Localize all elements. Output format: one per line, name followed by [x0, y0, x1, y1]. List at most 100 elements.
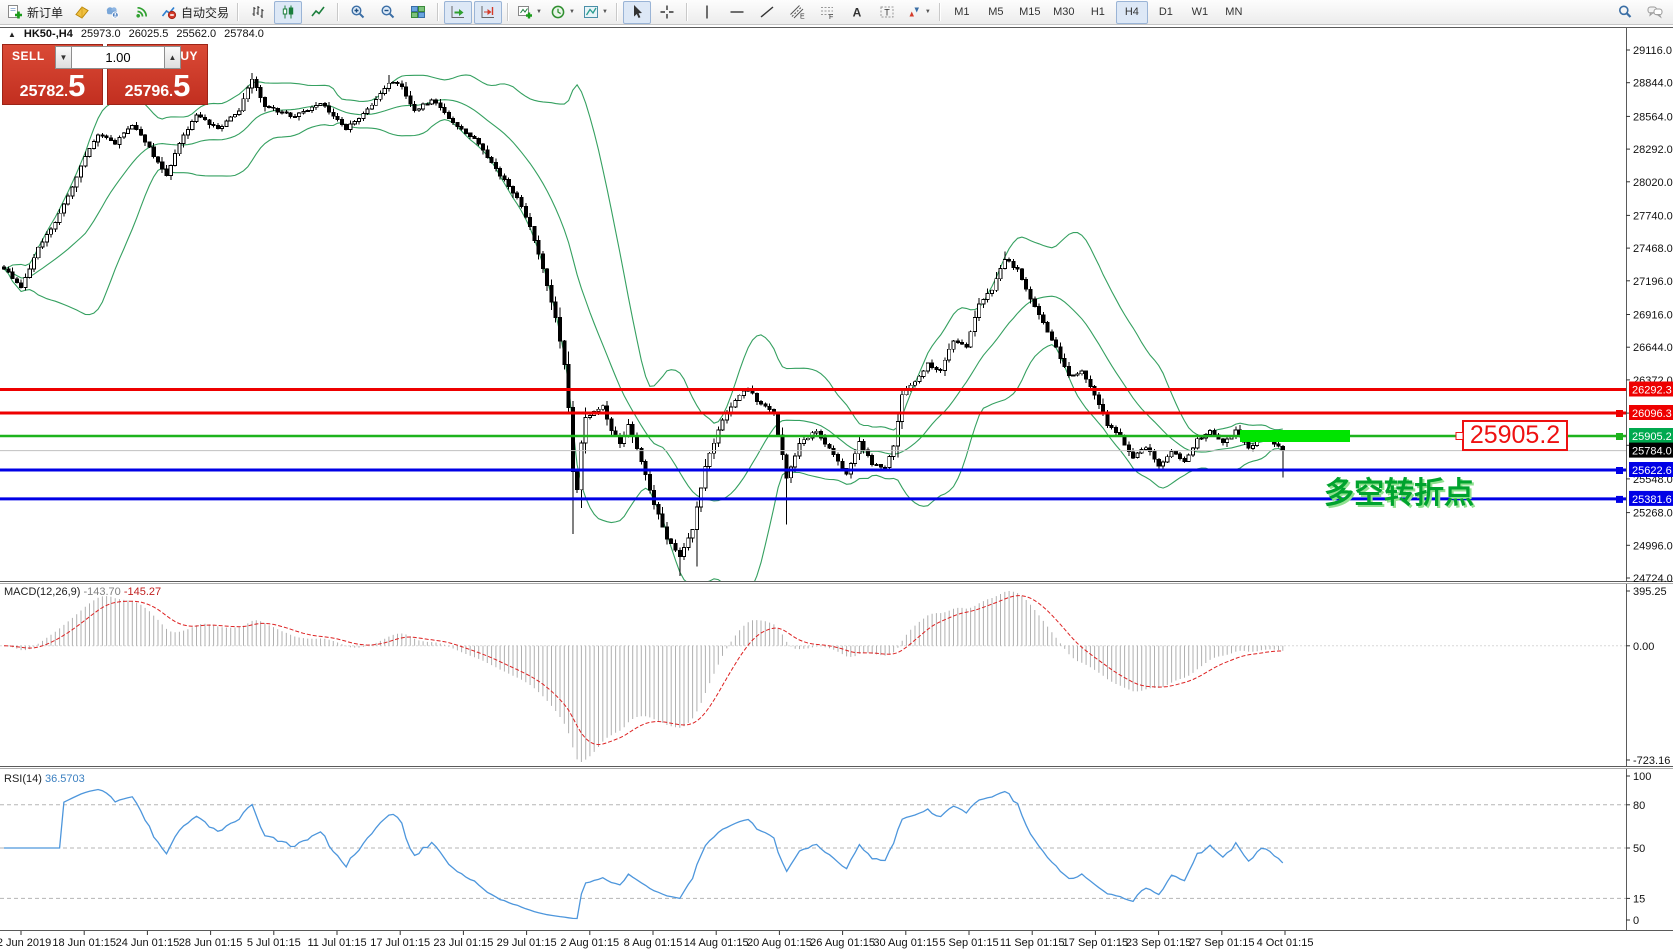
svg-text:27468.0: 27468.0: [1633, 243, 1673, 255]
vertical-line-button[interactable]: [693, 1, 721, 24]
hline-resistance-lower-handle[interactable]: [1616, 410, 1623, 417]
text-button[interactable]: A: [843, 1, 871, 24]
zoom-out-button[interactable]: [374, 1, 402, 24]
svg-text:28844.0: 28844.0: [1633, 78, 1673, 90]
hline-pivot-green-handle[interactable]: [1616, 433, 1623, 440]
bar-chart-button[interactable]: [244, 1, 272, 24]
chat-icon: [1647, 4, 1663, 20]
chat-button[interactable]: [1641, 1, 1669, 24]
candlestick-chart-button[interactable]: [274, 0, 303, 24]
horizontal-line-icon: [729, 4, 745, 20]
svg-text:395.25: 395.25: [1633, 586, 1667, 598]
svg-text:25784.0: 25784.0: [1632, 446, 1672, 458]
svg-text:5 Jul 01:15: 5 Jul 01:15: [247, 937, 301, 949]
svg-text:17 Jul 01:15: 17 Jul 01:15: [370, 937, 430, 949]
price-callout-label[interactable]: 25905.2: [1455, 420, 1568, 451]
tile-windows-button[interactable]: [404, 1, 432, 24]
toolbar: 新订单 自动交易 ▼ ▼ ▼ E F A T ▼ M1 M5 M15 M30 H1 H4 D1 W1 MN: [0, 0, 1673, 25]
mt4-window: 多空转折点 多空转折点 25905.2 MACD(12,26,9) -143.70…: [0, 0, 1673, 951]
svg-text:E: E: [800, 14, 805, 21]
tf-w1-button[interactable]: W1: [1184, 1, 1216, 24]
new-order-button[interactable]: 新订单: [4, 1, 66, 24]
metaeditor-button[interactable]: [68, 1, 96, 24]
toolbar-group: M1 M5 M15 M30 H1 H4 D1 W1 MN: [945, 0, 1251, 24]
periods-button[interactable]: ▼: [547, 1, 578, 24]
cursor-button[interactable]: [622, 0, 651, 24]
crosshair-icon: [659, 4, 675, 20]
fibonacci-icon: F: [819, 4, 835, 20]
svg-text:25905.2: 25905.2: [1470, 421, 1560, 449]
dropdown-arrow-icon[interactable]: ▼: [536, 9, 542, 15]
volume-input[interactable]: 1.00: [72, 46, 164, 69]
fibonacci-button[interactable]: F: [813, 1, 841, 24]
volume-increase-button[interactable]: ▲: [164, 46, 181, 69]
signals-button[interactable]: [128, 1, 156, 24]
collapse-panel-icon[interactable]: ▲: [8, 30, 16, 39]
svg-text:28292.0: 28292.0: [1633, 144, 1673, 156]
chart-shift-button[interactable]: [474, 0, 503, 24]
arrows-button[interactable]: ▼: [903, 1, 934, 24]
metaeditor-icon: [74, 4, 90, 20]
tf-mn-button[interactable]: MN: [1218, 1, 1250, 24]
macd-pane-splitter[interactable]: [0, 582, 1673, 584]
svg-text:8 Aug 01:15: 8 Aug 01:15: [624, 937, 683, 949]
svg-text:12 Jun 2019: 12 Jun 2019: [0, 937, 51, 949]
tf-m5-button[interactable]: M5: [980, 1, 1012, 24]
svg-text:15: 15: [1633, 893, 1645, 905]
hline-support-upper-handle[interactable]: [1616, 467, 1623, 474]
dropdown-arrow-icon[interactable]: ▼: [602, 9, 608, 15]
toolbar-separator: [437, 3, 440, 21]
chart-canvas[interactable]: 多空转折点 多空转折点 25905.2 MACD(12,26,9) -143.70…: [0, 0, 1673, 951]
zoom-out-icon: [380, 4, 396, 20]
dropdown-arrow-icon[interactable]: ▼: [925, 9, 931, 15]
autotrading-button[interactable]: 自动交易: [158, 1, 232, 24]
svg-text:26644.0: 26644.0: [1633, 342, 1673, 354]
price-badge-resistance-lower: 26096.3: [1629, 405, 1673, 420]
tf-h1-button[interactable]: H1: [1082, 1, 1114, 24]
symbol-period-label: HK50-,H4: [23, 28, 73, 40]
volume-decrease-button[interactable]: ▼: [55, 46, 72, 69]
tf-d1-button[interactable]: D1: [1150, 1, 1182, 24]
svg-text:26292.3: 26292.3: [1632, 385, 1672, 397]
toolbar-group: [343, 0, 433, 24]
toolbar-group: [443, 0, 503, 24]
toolbar-separator: [237, 3, 240, 21]
templates-button[interactable]: ▼: [580, 1, 611, 24]
signals-icon: [134, 4, 150, 20]
svg-text:26 Aug 01:15: 26 Aug 01:15: [810, 937, 875, 949]
auto-scroll-button[interactable]: [444, 0, 473, 24]
tf-m1-button[interactable]: M1: [946, 1, 978, 24]
chart-shift-icon: [480, 4, 496, 20]
horizontal-line-button[interactable]: [723, 1, 751, 24]
one-click-trading-panel: SELL 25782.5 BUY 25796.5 ▼ 1.00 ▲: [2, 44, 208, 105]
equidistant-channel-button[interactable]: E: [783, 1, 811, 24]
search-icon: [1617, 4, 1633, 20]
crosshair-button[interactable]: [653, 1, 681, 24]
highlight-trend-bar[interactable]: [1240, 430, 1350, 442]
rsi-indicator-label: RSI(14) 36.5703: [4, 773, 85, 785]
new-chart-button[interactable]: ▼: [514, 1, 545, 24]
ohlc-high: 26025.5: [128, 28, 169, 40]
dropdown-arrow-icon[interactable]: ▼: [569, 9, 575, 15]
current-price-badge: 25784.0: [1629, 442, 1673, 458]
zoom-in-button[interactable]: [344, 1, 372, 24]
text-label-button[interactable]: T: [873, 1, 901, 24]
annotation-text[interactable]: 多空转折点 多空转折点: [1324, 477, 1476, 512]
periods-icon: [550, 4, 566, 20]
line-chart-button[interactable]: [304, 1, 332, 24]
hline-support-lower-handle[interactable]: [1616, 495, 1623, 503]
rsi-pane-splitter[interactable]: [0, 767, 1673, 769]
tf-m1-label: M1: [954, 6, 970, 18]
tf-m30-button[interactable]: M30: [1048, 1, 1080, 24]
search-button[interactable]: [1611, 1, 1639, 24]
tf-h4-button[interactable]: H4: [1115, 0, 1148, 24]
svg-text:A: A: [853, 6, 862, 20]
tf-m15-button[interactable]: M15: [1014, 1, 1046, 24]
trendline-button[interactable]: [753, 1, 781, 24]
svg-text:24724.0: 24724.0: [1633, 573, 1673, 585]
svg-text:24 Jun 01:15: 24 Jun 01:15: [116, 937, 180, 949]
templates-icon: [583, 4, 599, 20]
tf-w1-label: W1: [1191, 6, 1209, 18]
hosting-button[interactable]: [98, 1, 126, 24]
ohlc-low: 25562.0: [176, 28, 217, 40]
